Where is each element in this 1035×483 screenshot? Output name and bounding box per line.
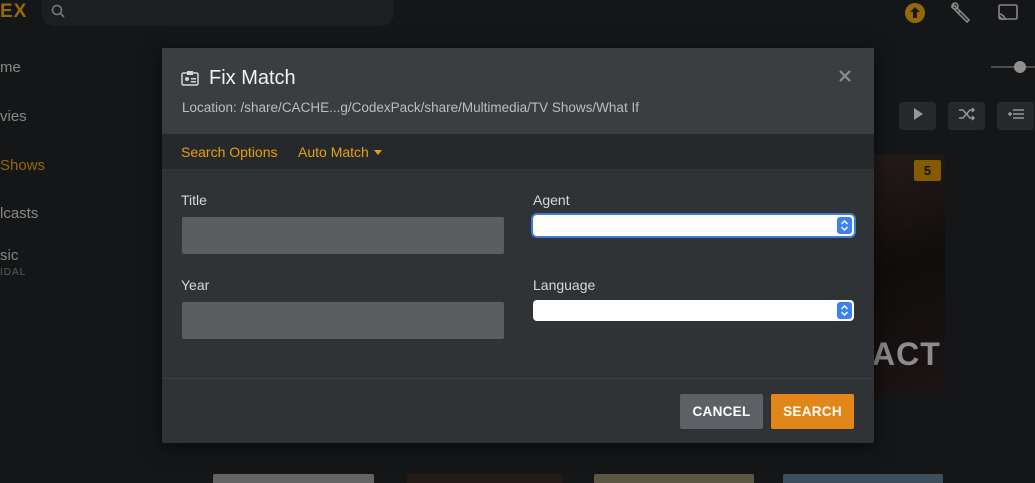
dialog-tabs: Search Options Auto Match xyxy=(162,134,874,169)
language-field-label: Language xyxy=(533,277,596,293)
search-button[interactable]: SEARCH xyxy=(771,394,854,429)
language-select[interactable] xyxy=(533,300,854,321)
caret-down-icon xyxy=(374,150,382,155)
cancel-button[interactable]: CANCEL xyxy=(680,394,763,429)
dialog-footer-divider xyxy=(162,378,874,379)
year-field-label: Year xyxy=(181,277,210,293)
year-input[interactable] xyxy=(182,302,504,339)
title-field-label: Title xyxy=(181,192,207,208)
dialog-location: Location: /share/CACHE...g/CodexPack/sha… xyxy=(182,100,639,115)
agent-field-label: Agent xyxy=(533,192,570,208)
dialog-header: Fix Match Location: /share/CACHE...g/Cod… xyxy=(162,48,874,134)
select-arrows-icon xyxy=(837,302,852,319)
tab-auto-match[interactable]: Auto Match xyxy=(298,144,369,160)
tab-search-options[interactable]: Search Options xyxy=(181,144,278,160)
select-arrows-icon xyxy=(837,217,852,234)
fix-match-dialog: Fix Match Location: /share/CACHE...g/Cod… xyxy=(162,48,874,443)
dialog-title: Fix Match xyxy=(209,67,296,89)
agent-select[interactable] xyxy=(533,215,854,236)
title-input[interactable] xyxy=(182,217,504,254)
close-icon[interactable] xyxy=(838,69,852,88)
id-card-icon xyxy=(181,70,199,91)
